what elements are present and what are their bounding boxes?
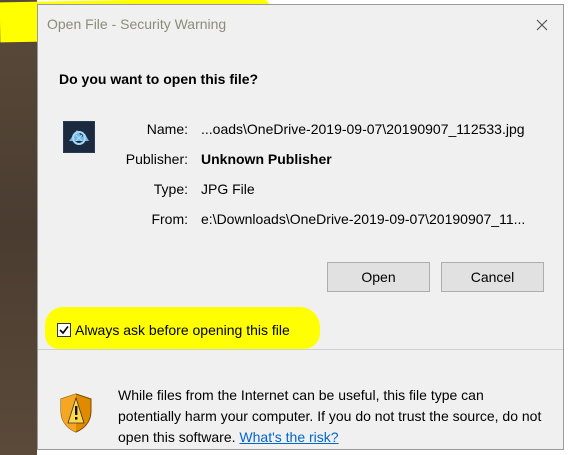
file-info-pane: Do you want to open this file? Name: ...…	[38, 43, 563, 349]
close-button[interactable]	[527, 11, 557, 39]
checkmark-icon	[59, 326, 69, 335]
name-value: ...oads\OneDrive-2019-09-07\20190907_112…	[201, 121, 525, 137]
shield-warning-icon	[60, 393, 92, 433]
window-title: Open File - Security Warning	[47, 16, 227, 32]
publisher-label: Publisher:	[125, 151, 188, 167]
background-strip	[0, 0, 37, 455]
warning-pane: While files from the Internet can be use…	[38, 350, 563, 449]
from-label: From:	[151, 211, 188, 227]
always-ask-checkbox-row[interactable]: Always ask before opening this file	[57, 320, 290, 340]
open-button[interactable]: Open	[327, 262, 430, 292]
question-heading: Do you want to open this file?	[59, 71, 259, 87]
type-value: JPG File	[201, 181, 255, 197]
warning-message: While files from the Internet can be use…	[118, 385, 548, 448]
always-ask-checkbox[interactable]	[57, 323, 71, 337]
always-ask-label: Always ask before opening this file	[75, 322, 290, 338]
from-value: e:\Downloads\OneDrive-2019-09-07\2019090…	[201, 211, 526, 227]
publisher-value: Unknown Publisher	[201, 151, 332, 167]
close-icon	[536, 19, 548, 31]
title-bar: Open File - Security Warning	[38, 5, 563, 43]
name-label: Name:	[146, 121, 188, 137]
type-label: Type:	[153, 181, 188, 197]
security-warning-dialog: Open File - Security Warning Do you want…	[37, 4, 564, 450]
whats-the-risk-link[interactable]: What's the risk?	[239, 429, 338, 445]
cancel-button[interactable]: Cancel	[441, 262, 544, 292]
